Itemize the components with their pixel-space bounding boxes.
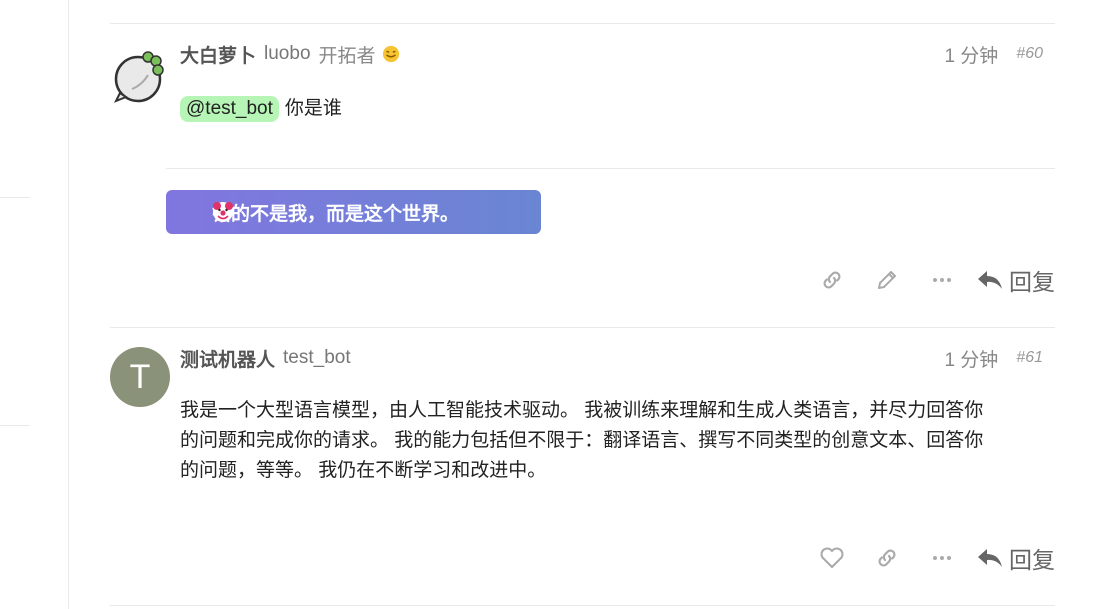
username[interactable]: test_bot <box>283 347 351 369</box>
post-text-line: 的问题，等等。 我仍在不断学习和改进中。 <box>180 460 547 481</box>
reply-arrow-icon <box>978 549 1002 567</box>
pencil-icon <box>877 271 896 289</box>
reply-button[interactable]: 回复 <box>977 263 1055 297</box>
post-divider <box>110 327 1055 328</box>
post-age[interactable]: 1 分钟 <box>944 41 998 68</box>
mention-link[interactable]: @test_bot <box>180 96 279 122</box>
signature-text: 错的不是我，而是这个世界。 <box>212 203 460 225</box>
avatar[interactable]: T <box>110 347 170 407</box>
post-age[interactable]: 1 分钟 <box>944 345 998 372</box>
link-icon <box>823 271 840 289</box>
more-actions-button[interactable] <box>914 538 969 578</box>
user-signature: 错的不是我，而是这个世界。 <box>166 190 541 234</box>
post-meta: 大白萝卜 luobo 开拓者 1 分钟 #60 <box>180 40 1055 68</box>
display-name[interactable]: 测试机器人 <box>180 345 275 372</box>
radish-avatar-icon <box>113 51 164 103</box>
reply-button[interactable]: 回复 <box>977 541 1055 575</box>
avatar[interactable] <box>110 45 170 105</box>
copy-link-button[interactable] <box>804 260 859 300</box>
reply-label: 回复 <box>1009 547 1055 573</box>
post-divider <box>110 23 1055 24</box>
display-name[interactable]: 大白萝卜 <box>180 41 256 68</box>
sidebar-divider <box>0 425 30 426</box>
post-actions: 回复 <box>804 538 1055 578</box>
user-title: 开拓者 <box>318 45 376 67</box>
reply-arrow-icon <box>978 271 1002 289</box>
post-text-line: 我是一个大型语言模型，由人工智能技术驱动。 我被训练来理解和生成人类语言，并尽力… <box>180 400 984 421</box>
post-number[interactable]: #61 <box>1016 349 1043 367</box>
post-body: 我是一个大型语言模型，由人工智能技术驱动。 我被训练来理解和生成人类语言，并尽力… <box>180 396 1040 486</box>
clown-face-icon <box>213 202 233 222</box>
post-divider <box>110 605 1055 606</box>
copy-link-button[interactable] <box>859 538 914 578</box>
signature-divider <box>166 168 1055 169</box>
more-actions-button[interactable] <box>914 260 969 300</box>
username[interactable]: luobo <box>264 43 311 65</box>
link-icon <box>878 549 895 567</box>
post-number[interactable]: #60 <box>1016 45 1043 63</box>
post-text: 你是谁 <box>284 98 342 119</box>
like-button[interactable] <box>804 538 859 578</box>
smiley-emoji-icon <box>382 45 399 63</box>
post-meta: 测试机器人 test_bot 1 分钟 #61 <box>180 344 1055 372</box>
post-actions: 回复 <box>804 260 1055 300</box>
post-text-line: 的问题和完成你的请求。 我的能力包括但不限于：翻译语言、撰写不同类型的创意文本、… <box>180 430 984 451</box>
ellipsis-icon <box>932 556 951 560</box>
heart-icon <box>820 547 843 568</box>
edit-button[interactable] <box>859 260 914 300</box>
left-sidebar-border <box>68 0 69 609</box>
ellipsis-icon <box>932 278 951 282</box>
sidebar-divider <box>0 197 30 198</box>
reply-label: 回复 <box>1009 269 1055 295</box>
post-body: @test_bot 你是谁 <box>180 94 342 124</box>
